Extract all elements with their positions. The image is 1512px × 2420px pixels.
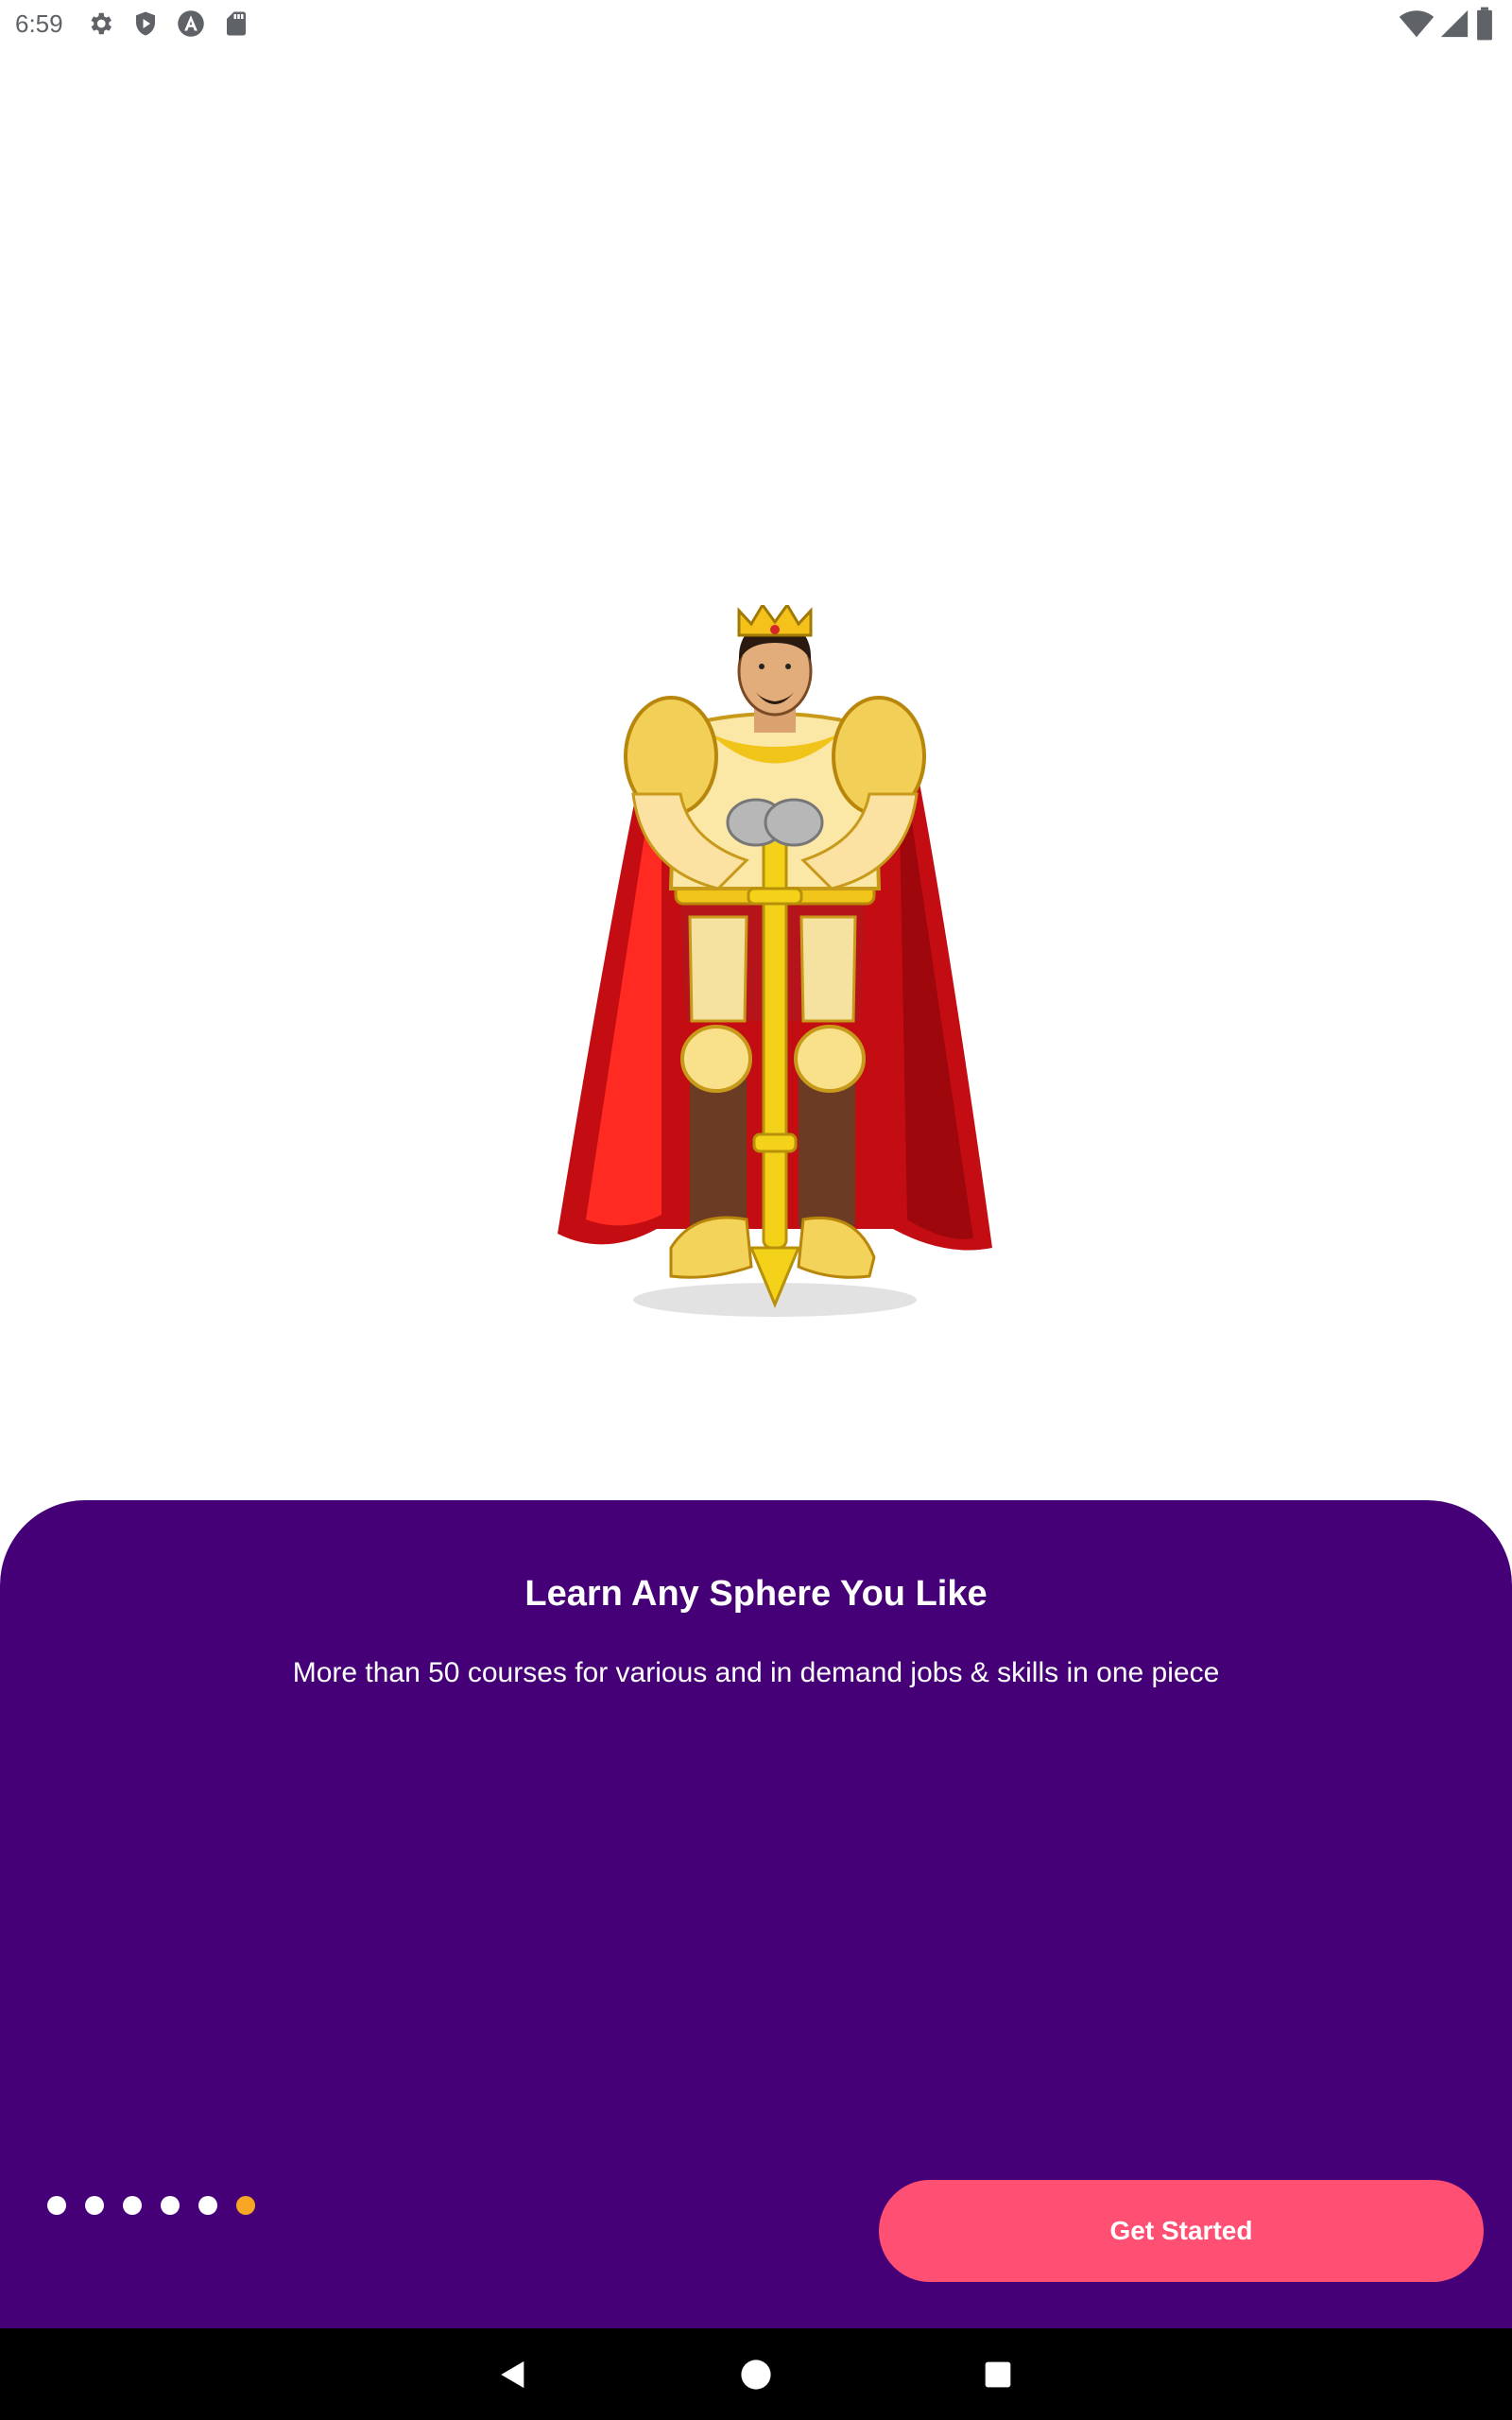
page-dot-4[interactable]: [161, 2196, 180, 2215]
sd-card-icon: [220, 8, 252, 40]
page-dot-1[interactable]: [47, 2196, 66, 2215]
signal-icon: [1438, 8, 1470, 44]
onboarding-sheet: Learn Any Sphere You Like More than 50 c…: [0, 1500, 1512, 2328]
get-started-button[interactable]: Get Started: [879, 2180, 1484, 2282]
page-indicator: [47, 2196, 255, 2215]
status-time: 6:59: [15, 9, 63, 38]
page-dot-3[interactable]: [123, 2196, 142, 2215]
recents-icon[interactable]: [974, 2351, 1022, 2398]
page-dot-2[interactable]: [85, 2196, 104, 2215]
gear-icon: [84, 8, 116, 40]
battery-icon: [1474, 6, 1495, 46]
system-nav-bar: [0, 2328, 1512, 2420]
home-icon[interactable]: [732, 2351, 780, 2398]
page-dot-6[interactable]: [236, 2196, 255, 2215]
page-dot-5[interactable]: [198, 2196, 217, 2215]
a-badge-icon: [175, 8, 207, 40]
status-bar: 6:59: [0, 0, 1512, 47]
king-illustration: [529, 602, 1021, 1323]
wifi-icon: [1399, 6, 1435, 46]
status-right-icons: [1399, 6, 1495, 46]
onboarding-title: Learn Any Sphere You Like: [524, 1574, 988, 1614]
shield-play-icon: [129, 8, 162, 40]
back-icon[interactable]: [490, 2351, 537, 2398]
onboarding-subtitle: More than 50 courses for various and in …: [292, 1657, 1220, 1688]
